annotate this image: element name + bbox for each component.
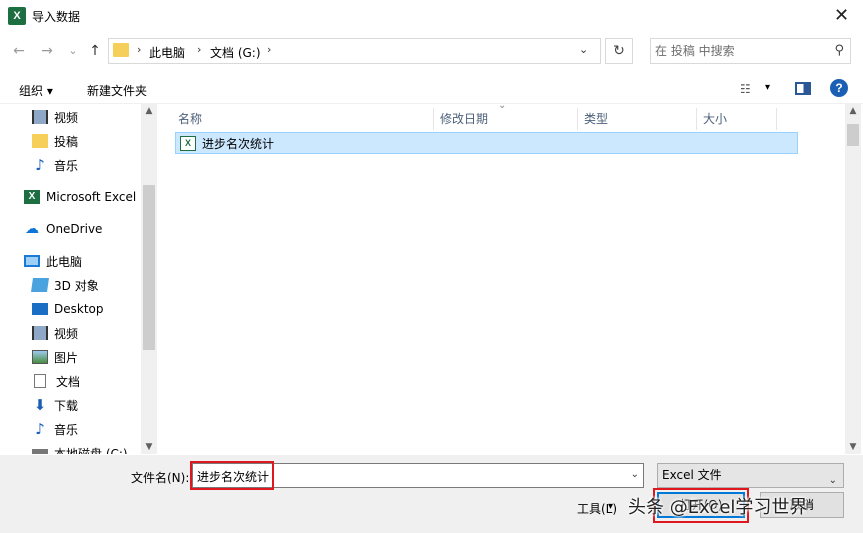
document-icon (34, 374, 46, 388)
breadcrumb-documents-g[interactable]: 文档 (G:) (210, 44, 261, 61)
breadcrumb-separator: › (197, 43, 202, 56)
cancel-button[interactable]: 取消 (760, 492, 844, 518)
breadcrumb-separator: › (267, 43, 272, 56)
scroll-down-icon[interactable]: ▼ (845, 442, 861, 452)
address-bar[interactable]: › 此电脑 › 文档 (G:) › ⌄ (108, 38, 601, 64)
scroll-up-icon[interactable]: ▲ (141, 106, 157, 116)
file-list-scroll-thumb[interactable] (847, 124, 859, 146)
breadcrumb-separator: › (137, 43, 142, 56)
nav-item-label: 音乐 (54, 422, 79, 437)
file-list (160, 104, 845, 454)
excel-file-icon: X (180, 135, 196, 151)
window-title: 导入数据 (32, 10, 81, 24)
nav-item-this-pc[interactable]: 此电脑 (24, 250, 82, 272)
chevron-down-icon[interactable]: ⌄ (579, 43, 588, 56)
filetype-select[interactable]: Excel 文件 ⌄ (657, 463, 844, 488)
nav-item-videos-pc[interactable]: 视频 (32, 322, 78, 344)
title-bar: X 导入数据 ✕ (0, 0, 863, 32)
close-button[interactable]: ✕ (820, 0, 863, 32)
column-header-size[interactable]: 大小 (697, 108, 777, 130)
filename-input[interactable] (197, 467, 617, 485)
music-icon: ♪ (35, 156, 45, 174)
nav-pane-scroll-thumb[interactable] (143, 185, 155, 350)
nav-item-label: 3D 对象 (54, 278, 99, 293)
filename-combobox[interactable]: ⌄ (192, 463, 644, 488)
nav-item-onedrive[interactable]: ☁ OneDrive (24, 218, 102, 240)
music-icon: ♪ (35, 420, 45, 438)
filetype-value: Excel 文件 (662, 468, 722, 482)
nav-item-documents[interactable]: 文档 (34, 370, 80, 392)
nav-item-music[interactable]: ♪ 音乐 (32, 154, 78, 176)
folder-icon (32, 134, 48, 148)
scroll-up-icon[interactable]: ▲ (845, 106, 861, 116)
film-icon (32, 326, 48, 340)
nav-item-label: 图片 (54, 350, 79, 365)
download-icon: ⬇ (33, 396, 47, 414)
column-header-type[interactable]: 类型 (578, 108, 697, 130)
up-folder-button[interactable]: ↑ (84, 40, 106, 62)
nav-item-label: OneDrive (46, 222, 103, 236)
organize-button[interactable]: 组织 ▾ (19, 82, 53, 99)
command-toolbar: 组织 ▾ 新建文件夹 ☷ ▾ ? (0, 74, 863, 104)
view-dropdown-icon[interactable]: ▾ (765, 82, 770, 93)
column-header-name[interactable]: 名称 (172, 108, 434, 130)
nav-item-label: Desktop (54, 302, 104, 316)
nav-item-label: Microsoft Excel (46, 190, 137, 204)
nav-item-submissions[interactable]: 投稿 (32, 130, 78, 152)
nav-item-label: 文档 (56, 374, 81, 389)
help-icon[interactable]: ? (830, 79, 848, 97)
refresh-button[interactable]: ↻ (605, 38, 633, 64)
nav-item-label: 音乐 (54, 158, 79, 173)
preview-pane-icon[interactable] (795, 82, 811, 95)
forward-button[interactable]: → (36, 40, 58, 62)
scroll-down-icon[interactable]: ▼ (141, 442, 157, 452)
filename-label: 文件名(N): (131, 471, 190, 485)
computer-icon (24, 255, 40, 267)
nav-item-label: 视频 (54, 110, 79, 125)
film-icon (32, 110, 48, 124)
nav-item-label: 此电脑 (46, 254, 83, 269)
nav-item-videos[interactable]: 视频 (32, 106, 78, 128)
nav-item-label: 下载 (54, 398, 79, 413)
search-input[interactable] (655, 42, 825, 60)
excel-app-icon: X (8, 7, 26, 25)
chevron-down-icon[interactable]: ⌄ (631, 469, 639, 480)
drive-icon (32, 449, 48, 454)
file-list-scrollbar[interactable]: ▲ ▼ (845, 104, 861, 454)
picture-icon (32, 350, 48, 364)
excel-icon: X (24, 190, 40, 204)
tools-dropdown-icon[interactable]: ▾ (608, 501, 613, 512)
file-row[interactable]: X 进步名次统计 (175, 132, 798, 154)
nav-item-local-disk-c[interactable]: 本地磁盘 (C:) (32, 442, 128, 454)
nav-item-label: 视频 (54, 326, 79, 341)
cloud-icon: ☁ (25, 221, 39, 237)
nav-item-desktop[interactable]: Desktop (32, 298, 104, 320)
open-button[interactable]: 打开(O) (657, 492, 745, 518)
nav-item-3d-objects[interactable]: 3D 对象 (31, 274, 99, 296)
cube-icon (31, 278, 49, 292)
column-header-date-modified[interactable]: 修改日期 (434, 108, 578, 130)
new-folder-button[interactable]: 新建文件夹 (87, 82, 147, 99)
file-name: 进步名次统计 (202, 136, 275, 151)
recent-locations-button[interactable]: ⌄ (62, 40, 84, 62)
nav-item-music-pc[interactable]: ♪ 音乐 (32, 418, 78, 440)
navigation-pane: 视频 投稿 ♪ 音乐 X Microsoft Excel ☁ OneDrive 此电脑… (0, 104, 157, 454)
folder-icon (113, 43, 129, 57)
nav-item-pictures[interactable]: 图片 (32, 346, 78, 368)
nav-item-downloads[interactable]: ⬇ 下载 (32, 394, 78, 416)
search-box[interactable]: ⚲ (650, 38, 851, 64)
search-icon[interactable]: ⚲ (834, 43, 844, 58)
chevron-down-icon[interactable]: ⌄ (829, 469, 837, 492)
desktop-icon (32, 303, 48, 315)
nav-item-label: 本地磁盘 (C:) (54, 446, 128, 455)
nav-item-label: 投稿 (54, 134, 79, 149)
view-options-icon[interactable]: ☷ (740, 82, 751, 96)
nav-item-microsoft-excel[interactable]: X Microsoft Excel (24, 186, 136, 208)
back-button[interactable]: ← (8, 40, 30, 62)
breadcrumb-this-pc[interactable]: 此电脑 (149, 44, 185, 61)
